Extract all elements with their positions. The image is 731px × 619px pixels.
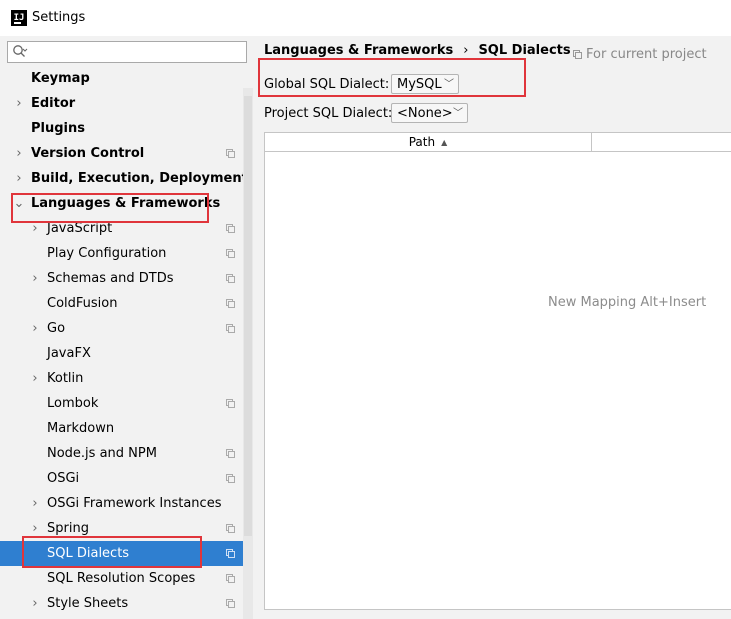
chevron-right-icon[interactable]: › — [13, 91, 25, 116]
intellij-logo-icon: IJ — [11, 10, 27, 26]
title-bar: IJ Settings — [0, 0, 731, 36]
sidebar-item-editor[interactable]: › Editor — [0, 91, 253, 116]
sidebar-item-style-sheets[interactable]: › Style Sheets — [0, 591, 253, 616]
sidebar-item-label: JavaScript — [47, 221, 113, 236]
sidebar-item-sql-resolution-scopes[interactable]: SQL Resolution Scopes — [0, 566, 253, 591]
project-scope-icon — [226, 299, 235, 308]
sidebar-item-label: Lombok — [47, 396, 99, 411]
global-sql-dialect-label: Global SQL Dialect: — [264, 77, 390, 92]
sidebar-item-label: Kotlin — [47, 371, 84, 386]
project-scope-icon — [226, 549, 235, 558]
table-header: Path ▲ — [265, 133, 731, 152]
sidebar-item-sql-dialects[interactable]: SQL Dialects — [0, 541, 253, 566]
chevron-right-icon[interactable]: › — [29, 591, 41, 616]
project-scope-icon — [226, 399, 235, 408]
sidebar-item-label: Languages & Frameworks — [31, 196, 221, 211]
sidebar-item-javafx[interactable]: JavaFX — [0, 341, 253, 366]
sidebar-scrollbar-thumb[interactable] — [244, 96, 252, 536]
project-scope-icon — [226, 249, 235, 258]
sidebar-item-plugins[interactable]: Plugins — [0, 116, 253, 141]
sidebar-item-go[interactable]: › Go — [0, 316, 253, 341]
project-scope-icon — [226, 274, 235, 283]
breadcrumb-current: SQL Dialects — [478, 43, 571, 58]
project-sql-dialect-label: Project SQL Dialect: — [264, 106, 393, 121]
chevron-right-icon[interactable]: › — [29, 491, 41, 516]
sidebar-item-schemas-and-dtds[interactable]: › Schemas and DTDs — [0, 266, 253, 291]
settings-sidebar: Keymap › Editor Plugins › Version Control › Bui… — [0, 36, 253, 619]
breadcrumb-parent[interactable]: Languages & Frameworks — [264, 43, 453, 58]
sidebar-item-label: Go — [47, 321, 66, 336]
sidebar-item-label: Markdown — [47, 421, 115, 436]
project-scope-icon — [226, 599, 235, 608]
project-sql-dialect-select[interactable]: <None> ﹀ — [391, 103, 468, 123]
sidebar-item-build-execution-deployment[interactable]: › Build, Execution, Deployment — [0, 166, 253, 191]
sidebar-item-osgi-framework-instances[interactable]: › OSGi Framework Instances — [0, 491, 253, 516]
sidebar-item-label: ColdFusion — [47, 296, 118, 311]
sidebar-item-label: Style Sheets — [47, 596, 129, 611]
global-sql-dialect-value: MySQL — [397, 77, 442, 92]
project-scope-icon — [226, 574, 235, 583]
chevron-right-icon[interactable]: › — [13, 141, 25, 166]
project-scope-icon — [226, 224, 235, 233]
settings-content-panel: Languages & Frameworks › SQL Dialects For … — [253, 36, 731, 619]
sidebar-item-label: Node.js and NPM — [47, 446, 157, 461]
sidebar-item-label: Version Control — [31, 146, 145, 161]
chevron-right-icon[interactable]: › — [13, 166, 25, 191]
sidebar-item-label: OSGi Framework Instances — [47, 496, 222, 511]
chevron-down-icon: ﹀ — [453, 108, 463, 119]
sidebar-item-label: Schemas and DTDs — [47, 271, 174, 286]
sidebar-item-label: Editor — [31, 96, 76, 111]
sidebar-item-label: SQL Dialects — [47, 546, 130, 561]
project-scope-icon — [573, 50, 582, 59]
sort-ascending-icon: ▲ — [441, 138, 448, 147]
project-scope-icon — [226, 524, 235, 533]
global-sql-dialect-select[interactable]: MySQL ﹀ — [391, 74, 459, 94]
sidebar-item-label: Build, Execution, Deployment — [31, 171, 248, 186]
breadcrumb: Languages & Frameworks › SQL Dialects — [264, 43, 571, 58]
sidebar-item-label: Play Configuration — [47, 246, 167, 261]
sidebar-item-label: JavaFX — [47, 346, 91, 361]
project-sql-dialect-value: <None> — [397, 106, 453, 121]
breadcrumb-separator: › — [463, 43, 469, 58]
settings-search-input[interactable] — [7, 41, 247, 63]
project-scope-icon — [226, 324, 235, 333]
chevron-down-icon[interactable]: ⌄ — [13, 191, 25, 216]
chevron-right-icon[interactable]: › — [29, 366, 41, 391]
chevron-right-icon[interactable]: › — [29, 516, 41, 541]
chevron-right-icon[interactable]: › — [29, 316, 41, 341]
sidebar-item-kotlin[interactable]: › Kotlin — [0, 366, 253, 391]
scope-note: For current project — [573, 47, 707, 62]
project-scope-icon — [226, 149, 235, 158]
sidebar-item-markdown[interactable]: Markdown — [0, 416, 253, 441]
sidebar-item-label: SQL Resolution Scopes — [47, 571, 196, 586]
sidebar-item-label: Plugins — [31, 121, 85, 136]
sidebar-item-node-js-and-npm[interactable]: Node.js and NPM — [0, 441, 253, 466]
project-scope-icon — [226, 449, 235, 458]
sidebar-item-spring[interactable]: › Spring — [0, 516, 253, 541]
sidebar-item-coldfusion[interactable]: ColdFusion — [0, 291, 253, 316]
chevron-down-icon: ﹀ — [444, 79, 454, 90]
scope-note-text: For current project — [586, 47, 707, 62]
sidebar-item-label: Keymap — [31, 71, 90, 86]
sidebar-item-label: OSGi — [47, 471, 80, 486]
chevron-right-icon[interactable]: › — [29, 216, 41, 241]
project-scope-icon — [226, 474, 235, 483]
sidebar-item-lombok[interactable]: Lombok — [0, 391, 253, 416]
empty-table-hint: New Mapping Alt+Insert — [548, 295, 707, 310]
sidebar-item-javascript[interactable]: › JavaScript — [0, 216, 253, 241]
sidebar-item-version-control[interactable]: › Version Control — [0, 141, 253, 166]
search-icon — [13, 45, 28, 57]
column-header-path-label: Path — [408, 135, 436, 149]
sidebar-item-label: Spring — [47, 521, 89, 536]
sidebar-item-keymap[interactable]: Keymap — [0, 66, 253, 91]
window-title: Settings — [32, 10, 86, 25]
column-header-path[interactable]: Path ▲ — [265, 133, 592, 151]
chevron-right-icon[interactable]: › — [29, 266, 41, 291]
sidebar-item-play-configuration[interactable]: Play Configuration — [0, 241, 253, 266]
path-mapping-table[interactable]: Path ▲ New Mapping Alt+Insert — [264, 132, 731, 610]
sidebar-item-languages-frameworks[interactable]: ⌄ Languages & Frameworks — [0, 191, 253, 216]
sidebar-item-osgi[interactable]: OSGi — [0, 466, 253, 491]
